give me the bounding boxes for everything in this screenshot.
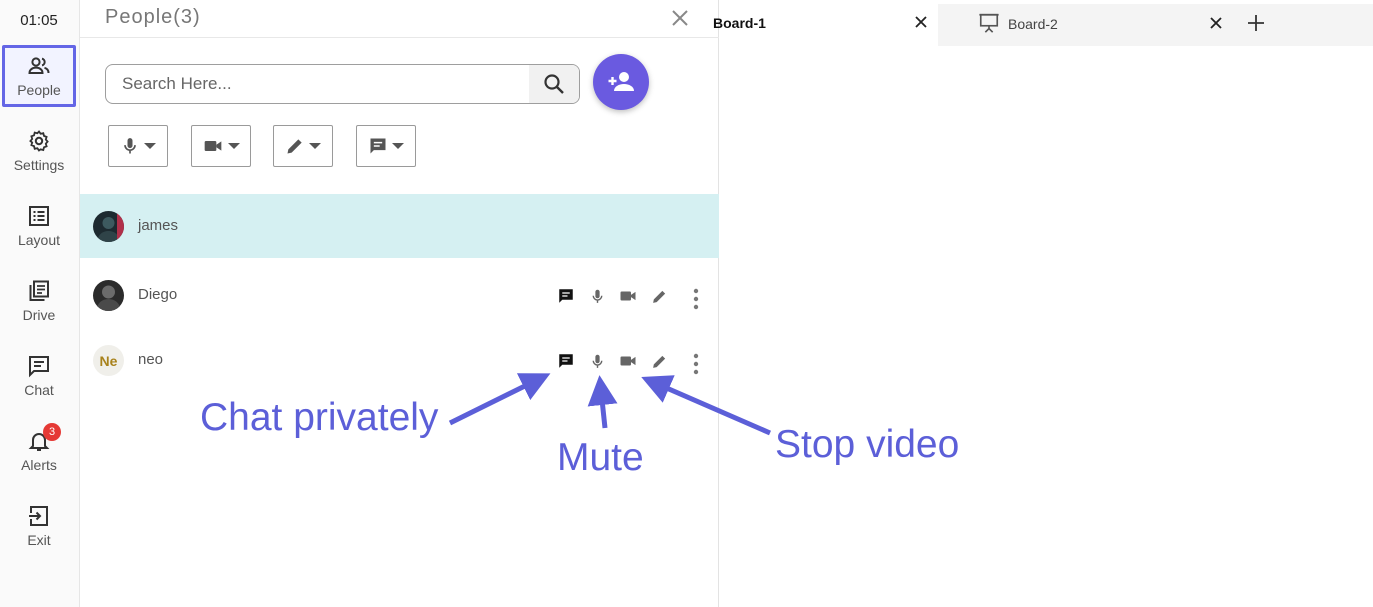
chat-privately-button[interactable]	[555, 350, 577, 372]
rail-label: Settings	[13, 157, 65, 173]
search-input[interactable]	[106, 65, 531, 103]
people-icon	[28, 57, 50, 74]
video-camera-icon	[620, 356, 636, 366]
more-options-button[interactable]	[685, 288, 707, 310]
close-icon[interactable]	[668, 6, 692, 30]
add-user-button[interactable]	[593, 54, 649, 110]
pencil-filter-dropdown[interactable]	[273, 125, 333, 167]
board-tabs: Board-1 Board-2	[713, 0, 1373, 46]
caret-down-icon	[309, 143, 321, 149]
annotation-chat-privately: Chat privately	[200, 396, 439, 439]
avatar-photo-icon	[93, 211, 124, 242]
drive-icon	[29, 280, 49, 301]
search-button[interactable]	[529, 65, 579, 103]
stop-video-button[interactable]	[617, 285, 639, 307]
rail-label: Drive	[22, 307, 56, 323]
mute-button[interactable]	[586, 285, 608, 307]
tab-board-1[interactable]: Board-1	[713, 0, 938, 46]
chat-icon	[370, 138, 386, 154]
rail-item-people[interactable]: People	[2, 45, 76, 107]
rail-label: People	[17, 82, 61, 98]
add-tab-icon[interactable]	[1246, 13, 1266, 33]
avatar-initials: Ne	[93, 345, 124, 376]
meeting-timer: 01:05	[20, 12, 58, 29]
person-row-neo[interactable]: Ne neo	[80, 328, 719, 392]
chat-privately-button[interactable]	[555, 285, 577, 307]
add-person-icon	[608, 72, 634, 91]
close-tab-icon[interactable]	[1207, 14, 1225, 32]
tab-strip-filler	[1248, 4, 1373, 46]
rail-item-drive[interactable]: Drive	[2, 271, 76, 333]
chat-filter-dropdown[interactable]	[356, 125, 416, 167]
video-camera-icon	[620, 291, 636, 301]
gear-icon	[29, 130, 49, 152]
exit-icon	[29, 506, 48, 526]
draw-permission-button[interactable]	[648, 350, 670, 372]
caret-down-icon	[392, 143, 404, 149]
close-tab-icon[interactable]	[912, 13, 930, 31]
caret-down-icon	[144, 143, 156, 149]
presentation-board-icon	[979, 13, 999, 33]
alerts-count-badge: 3	[43, 423, 61, 441]
rail-label: Chat	[24, 382, 54, 398]
tab-label: Board-2	[1008, 16, 1058, 32]
more-options-button[interactable]	[685, 353, 707, 375]
person-row-diego[interactable]: Diego	[80, 263, 719, 327]
more-vertical-icon	[693, 353, 699, 375]
search-icon	[544, 74, 564, 94]
avatar	[93, 280, 124, 311]
chat-icon	[559, 354, 573, 368]
layout-icon	[29, 206, 49, 226]
search-box	[105, 64, 580, 104]
person-row-james[interactable]: james	[80, 194, 719, 258]
panel-title: People(3)	[105, 6, 201, 28]
draw-permission-button[interactable]	[648, 285, 670, 307]
rail-item-chat[interactable]: Chat	[2, 346, 76, 408]
rail-item-exit[interactable]: Exit	[2, 496, 76, 558]
chat-icon	[559, 289, 573, 303]
more-vertical-icon	[693, 288, 699, 310]
rail-label: Alerts	[21, 457, 57, 473]
app-root: 01:05 People Settings Layout Drive Chat …	[0, 0, 1373, 607]
chat-icon	[29, 356, 49, 378]
video-camera-icon	[204, 141, 222, 151]
video-filter-dropdown[interactable]	[191, 125, 251, 167]
pencil-icon	[652, 290, 665, 303]
rail-item-settings[interactable]: Settings	[2, 121, 76, 183]
rail-label: Exit	[27, 532, 51, 548]
pencil-icon	[287, 139, 302, 154]
left-rail: 01:05 People Settings Layout Drive Chat …	[0, 0, 80, 607]
caret-down-icon	[228, 143, 240, 149]
microphone-icon	[124, 138, 136, 154]
panel-header: People(3)	[80, 0, 719, 38]
tab-board-2[interactable]: Board-2	[938, 4, 1248, 46]
pencil-icon	[652, 355, 665, 368]
annotation-mute: Mute	[557, 436, 644, 479]
microphone-icon	[592, 354, 602, 368]
rail-item-layout[interactable]: Layout	[2, 196, 76, 258]
microphone-icon	[592, 289, 602, 303]
people-panel: People(3) Search Here... james Diego Ne …	[80, 0, 719, 607]
tab-label: Board-1	[713, 15, 766, 31]
rail-label: Layout	[17, 232, 61, 248]
person-name: neo	[138, 351, 164, 368]
avatar	[93, 211, 124, 242]
mic-filter-dropdown[interactable]	[108, 125, 168, 167]
annotation-stop-video: Stop video	[775, 423, 960, 466]
mute-button[interactable]	[586, 350, 608, 372]
avatar-photo-icon	[93, 280, 124, 311]
person-name: Diego	[138, 286, 178, 303]
stop-video-button[interactable]	[617, 350, 639, 372]
rail-item-alerts[interactable]: 3 Alerts	[2, 421, 76, 483]
person-name: james	[138, 217, 179, 234]
